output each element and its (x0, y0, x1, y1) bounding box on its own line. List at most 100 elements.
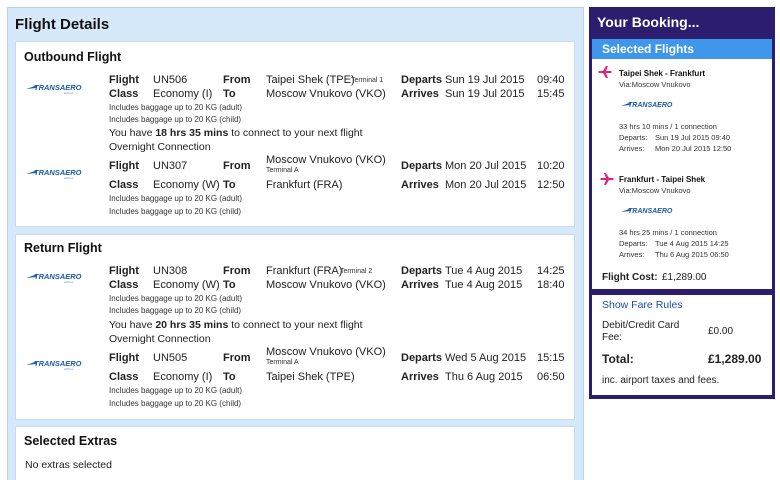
flight-cost-value: £1,289.00 (662, 272, 707, 283)
svg-text:TRANSAERO: TRANSAERO (628, 102, 673, 109)
class-label: Class (109, 88, 139, 100)
flight-label: Flight (109, 160, 139, 172)
segment-duration: 34 hrs 25 mins / 1 connection (619, 228, 717, 237)
from-terminal: Terminal A (266, 359, 299, 366)
to-airport: Taipei Shek (TPE) (266, 371, 355, 383)
svg-text:airlines: airlines (64, 91, 74, 95)
arrives-time: 12:50 (537, 179, 565, 191)
class-value: Economy (W) (153, 279, 220, 291)
flight-label: Flight (109, 74, 139, 86)
card-fee-label-2: Fee: (602, 332, 623, 343)
booking-title: Your Booking... (597, 14, 700, 30)
outbound-flight-box: Outbound Flight TRANSAERO airlines Flight… (15, 41, 575, 227)
connection-duration: 18 hrs 35 mins (155, 127, 229, 139)
from-label: From (223, 352, 251, 364)
baggage-adult: Includes baggage up to 20 KG (adult) (109, 194, 242, 203)
plane-icon (599, 172, 615, 186)
connection-text: You have 18 hrs 35 mins to connect to yo… (109, 127, 363, 139)
flight-details-panel: Flight Details Outbound Flight TRANSAERO… (7, 7, 584, 480)
arrives-label: Arrives: (619, 144, 645, 153)
departs-label: Departs: (619, 133, 648, 142)
selected-flights-box: Selected Flights Taipei Shek - Frankfurt… (592, 39, 772, 289)
flight-number: UN505 (153, 352, 188, 364)
from-terminal: Terminal 1 (351, 77, 384, 84)
from-terminal: Terminal 2 (340, 268, 373, 275)
baggage-adult: Includes baggage up to 20 KG (adult) (109, 294, 242, 303)
segment-route: Frankfurt - Taipei Shek (619, 175, 706, 184)
baggage-child: Includes baggage up to 20 KG (child) (109, 207, 242, 216)
card-fee-label: Debit/Credit Card (602, 320, 680, 331)
arrives-label: Arrives (401, 371, 439, 383)
arrives-date: Mon 20 Jul 2015 (445, 179, 527, 191)
flight-number: UN506 (153, 74, 188, 86)
transaero-logo: TRANSAERO airlines (24, 269, 88, 285)
arrives-label: Arrives (401, 88, 439, 100)
flight-label: Flight (109, 352, 139, 364)
departs-time: 10:20 (537, 160, 565, 172)
departs-date: Wed 5 Aug 2015 (445, 352, 527, 364)
from-airport: Moscow Vnukovo (VKO) (266, 346, 386, 358)
arrives-value: Mon 20 Jul 2015 12:50 (655, 144, 732, 153)
transaero-logo: TRANSAERO airlines (24, 80, 88, 96)
segment-via: Via:Moscow Vnukovo (619, 80, 691, 89)
show-fare-rules-link[interactable]: Show Fare Rules (602, 299, 683, 311)
extras-text: No extras selected (25, 459, 112, 471)
departs-label: Departs (401, 265, 442, 277)
departs-label: Departs (401, 160, 442, 172)
cost-box: Show Fare Rules Debit/Credit Card Fee: £… (592, 295, 772, 395)
from-terminal: Terminal A (266, 167, 299, 174)
from-airport: Taipei Shek (TPE) (266, 74, 355, 86)
arrives-time: 06:50 (537, 371, 565, 383)
departs-value: Tue 4 Aug 2015 14:25 (655, 239, 729, 248)
outbound-title: Outbound Flight (24, 50, 122, 64)
arrives-date: Tue 4 Aug 2015 (445, 279, 523, 291)
page-title: Flight Details (15, 16, 110, 33)
selected-flights-header: Selected Flights (592, 39, 772, 59)
baggage-adult: Includes baggage up to 20 KG (adult) (109, 386, 242, 395)
class-value: Economy (I) (153, 88, 213, 100)
selected-extras-box: Selected Extras No extras selected (15, 426, 575, 480)
departs-time: 14:25 (537, 265, 565, 277)
from-label: From (223, 265, 251, 277)
departs-date: Mon 20 Jul 2015 (445, 160, 527, 172)
arrives-value: Thu 6 Aug 2015 06:50 (655, 250, 729, 259)
overnight-note: Overnight Connection (109, 141, 211, 153)
transaero-logo: TRANSAERO (620, 205, 684, 217)
card-fee-value: £0.00 (708, 326, 734, 337)
departs-value: Sun 19 Jul 2015 09:40 (655, 133, 731, 142)
svg-text:TRANSAERO: TRANSAERO (628, 208, 673, 215)
from-airport: Moscow Vnukovo (VKO) (266, 154, 386, 166)
segment-route: Taipei Shek - Frankfurt (619, 69, 706, 78)
departs-label: Departs (401, 74, 442, 86)
arrives-time: 15:45 (537, 88, 565, 100)
flight-label: Flight (109, 265, 139, 277)
to-label: To (223, 179, 236, 191)
to-label: To (223, 279, 236, 291)
svg-text:airlines: airlines (64, 176, 74, 180)
arrives-label: Arrives (401, 179, 439, 191)
arrives-label: Arrives (401, 279, 439, 291)
arrives-time: 18:40 (537, 279, 565, 291)
to-airport: Moscow Vnukovo (VKO) (266, 279, 386, 291)
departs-date: Sun 19 Jul 2015 (445, 74, 525, 86)
booking-panel: Your Booking... Selected Flights Taipei … (589, 7, 775, 399)
arrives-date: Thu 6 Aug 2015 (445, 371, 523, 383)
departs-label: Departs: (619, 239, 648, 248)
segment-via: Via:Moscow Vnukovo (619, 186, 691, 195)
baggage-child: Includes baggage up to 20 KG (child) (109, 115, 242, 124)
from-label: From (223, 74, 251, 86)
logo-text: TRANSAERO (34, 83, 82, 92)
baggage-adult: Includes baggage up to 20 KG (adult) (109, 103, 242, 112)
to-label: To (223, 371, 236, 383)
to-airport: Frankfurt (FRA) (266, 179, 343, 191)
transaero-logo: TRANSAERO airlines (24, 356, 88, 372)
departs-time: 09:40 (537, 74, 565, 86)
flight-number: UN308 (153, 265, 188, 277)
return-flight-box: Return Flight TRANSAERO airlines Flight U… (15, 234, 575, 420)
tax-note: inc. airport taxes and fees. (602, 375, 720, 386)
extras-title: Selected Extras (24, 434, 118, 448)
svg-text:TRANSAERO: TRANSAERO (34, 168, 82, 177)
from-airport: Frankfurt (FRA) (266, 265, 343, 277)
segment-duration: 33 hrs 10 mins / 1 connection (619, 122, 717, 131)
flight-number: UN307 (153, 160, 188, 172)
